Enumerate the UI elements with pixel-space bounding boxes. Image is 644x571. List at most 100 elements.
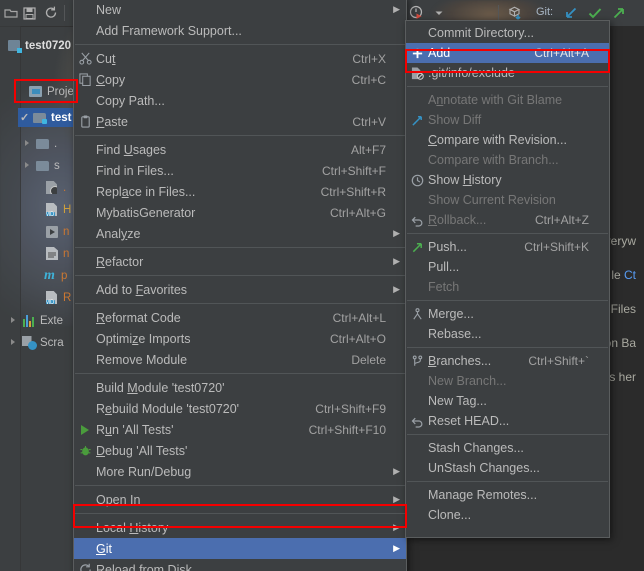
menu-item-stash-changes[interactable]: Stash Changes...: [406, 438, 609, 458]
menu-item-label: Copy Path...: [96, 93, 165, 108]
chevron-right-icon[interactable]: [22, 160, 33, 171]
menu-item-new-branch: New Branch...: [406, 371, 609, 391]
menu-item-build-module-test0720[interactable]: Build Module 'test0720': [74, 377, 406, 398]
text-file-icon: [44, 246, 59, 261]
menu-item-label: Refactor: [96, 254, 144, 269]
menu-item-more-run-debug[interactable]: More Run/Debug ▶: [74, 461, 406, 482]
menu-item-optimize-imports[interactable]: Optimize Imports Ctrl+Alt+O: [74, 328, 406, 349]
tree-node-md-2[interactable]: MD R: [44, 288, 71, 307]
menu-item-reformat-code[interactable]: Reformat Code Ctrl+Alt+L: [74, 307, 406, 328]
menu-separator: [75, 44, 405, 45]
tree-node-dot-folder[interactable]: .: [22, 134, 57, 153]
tree-node-maven-pom[interactable]: m p: [42, 266, 67, 285]
chevron-right-icon[interactable]: [8, 337, 19, 348]
submenu-arrow-icon: ▶: [393, 543, 400, 553]
git-push-icon[interactable]: [610, 4, 628, 22]
open-icon[interactable]: [2, 4, 20, 22]
menu-item-label: Clone...: [428, 508, 472, 522]
menu-item-analyze[interactable]: Analyze ▶: [74, 223, 406, 244]
menu-item-find-usages[interactable]: Find Usages Alt+F7: [74, 139, 406, 160]
menu-item-show-history[interactable]: Show History: [406, 170, 609, 190]
menu-item-rebuild-module-test0720[interactable]: Rebuild Module 'test0720' Ctrl+Shift+F9: [74, 398, 406, 419]
menu-item-manage-remotes[interactable]: Manage Remotes...: [406, 485, 609, 505]
menu-item-label: Annotate with Git Blame: [428, 93, 563, 107]
tip-shortcut: Ct: [624, 268, 636, 282]
tree-node-project-root[interactable]: test0720: [6, 36, 71, 55]
menu-item-label: Show Diff: [428, 113, 482, 127]
menu-item-local-history[interactable]: Local History ▶: [74, 517, 406, 538]
menu-item-rebase[interactable]: Rebase...: [406, 324, 609, 344]
menu-item-add-to-favorites[interactable]: Add to Favorites ▶: [74, 279, 406, 300]
sync-icon[interactable]: [42, 4, 60, 22]
menu-item-copy-path[interactable]: Copy Path...: [74, 90, 406, 111]
menu-item-label: UnStash Changes...: [428, 461, 540, 475]
menu-item-shortcut: Ctrl+Shift+`: [528, 354, 589, 368]
menu-item-label: Copy: [96, 72, 126, 87]
menu-item-commit-directory[interactable]: Commit Directory...: [406, 23, 609, 43]
reload-icon: [74, 563, 96, 571]
menu-item-mybatisgenerator[interactable]: MybatisGenerator Ctrl+Alt+G: [74, 202, 406, 223]
menu-item-shortcut: Ctrl+Shift+F: [321, 163, 386, 178]
menu-item-merge[interactable]: Merge...: [406, 304, 609, 324]
menu-item-debug-all-tests[interactable]: Debug 'All Tests': [74, 440, 406, 461]
menu-item-label: Replace in Files...: [96, 184, 196, 199]
project-context-menu[interactable]: New ▶ Add Framework Support... Cut Ctrl+X Cop…: [73, 0, 407, 571]
toolbar-separator: [64, 5, 65, 21]
tree-node-cmd[interactable]: n: [44, 222, 69, 241]
menu-item-shortcut: Ctrl+Shift+F9: [315, 401, 386, 416]
menu-item-git-info-exclude[interactable]: .git/info/exclude: [406, 63, 609, 83]
menu-item-open-in[interactable]: Open In ▶: [74, 489, 406, 510]
menu-item-refactor[interactable]: Refactor ▶: [74, 251, 406, 272]
menu-item-add[interactable]: Add Ctrl+Alt+A: [406, 43, 609, 63]
libraries-icon: [21, 313, 36, 328]
menu-separator: [407, 86, 608, 87]
menu-item-paste[interactable]: Paste Ctrl+V: [74, 111, 406, 132]
menu-item-label: New Branch...: [428, 374, 507, 388]
tree-node-scratches[interactable]: Scra: [8, 333, 64, 352]
module-icon: [6, 38, 22, 53]
menu-item-show-current-revision: Show Current Revision: [406, 190, 609, 210]
menu-item-push[interactable]: Push... Ctrl+Shift+K: [406, 237, 609, 257]
menu-item-reload-from-disk[interactable]: Reload from Disk: [74, 559, 406, 571]
menu-item-new-tag[interactable]: New Tag...: [406, 391, 609, 411]
menu-item-pull[interactable]: Pull...: [406, 257, 609, 277]
git-submenu[interactable]: Commit Directory... Add Ctrl+Alt+A .git/inf…: [405, 20, 610, 538]
menu-item-git[interactable]: Git ▶: [74, 538, 406, 559]
tree-node-external-libraries[interactable]: Exte: [8, 311, 63, 330]
tree-node-test[interactable]: ✓ test: [18, 108, 78, 127]
gitignore-icon: [406, 66, 428, 80]
menu-item-copy[interactable]: Copy Ctrl+C: [74, 69, 406, 90]
tree-node-src-folder[interactable]: s: [22, 156, 60, 175]
tip-line-3: Files: [610, 302, 636, 316]
menu-item-add-framework-support[interactable]: Add Framework Support...: [74, 20, 406, 41]
copy-icon: [74, 73, 96, 86]
menu-item-clone[interactable]: Clone...: [406, 505, 609, 525]
menu-item-find-in-files[interactable]: Find in Files... Ctrl+Shift+F: [74, 160, 406, 181]
menu-item-label: Paste: [96, 114, 128, 129]
menu-item-show-diff: Show Diff: [406, 110, 609, 130]
menu-item-run-all-tests[interactable]: Run 'All Tests' Ctrl+Shift+F10: [74, 419, 406, 440]
menu-item-branches[interactable]: Branches... Ctrl+Shift+`: [406, 351, 609, 371]
menu-item-label: Analyze: [96, 226, 141, 241]
chevron-right-icon[interactable]: [8, 315, 19, 326]
save-all-icon[interactable]: [20, 4, 38, 22]
gitignore-icon: [44, 180, 59, 195]
menu-item-remove-module[interactable]: Remove Module Delete: [74, 349, 406, 370]
menu-item-cut[interactable]: Cut Ctrl+X: [74, 48, 406, 69]
menu-separator: [407, 233, 608, 234]
menu-item-fetch: Fetch: [406, 277, 609, 297]
menu-item-label: .git/info/exclude: [428, 66, 515, 80]
submenu-arrow-icon: ▶: [393, 466, 400, 476]
tree-node-text[interactable]: n: [44, 244, 69, 263]
menu-item-replace-in-files[interactable]: Replace in Files... Ctrl+Shift+R: [74, 181, 406, 202]
chevron-right-icon[interactable]: [22, 138, 33, 149]
submenu-arrow-icon: ▶: [393, 228, 400, 238]
menu-item-new[interactable]: New ▶: [74, 0, 406, 20]
tree-node-gitignore[interactable]: .: [44, 178, 66, 197]
menu-item-compare-with-revision[interactable]: Compare with Revision...: [406, 130, 609, 150]
menu-item-reset-head[interactable]: Reset HEAD...: [406, 411, 609, 431]
maven-icon: m: [44, 267, 55, 283]
menu-item-unstash-changes[interactable]: UnStash Changes...: [406, 458, 609, 478]
tree-node-md-1[interactable]: MD H: [44, 200, 71, 219]
menu-separator: [75, 135, 405, 136]
